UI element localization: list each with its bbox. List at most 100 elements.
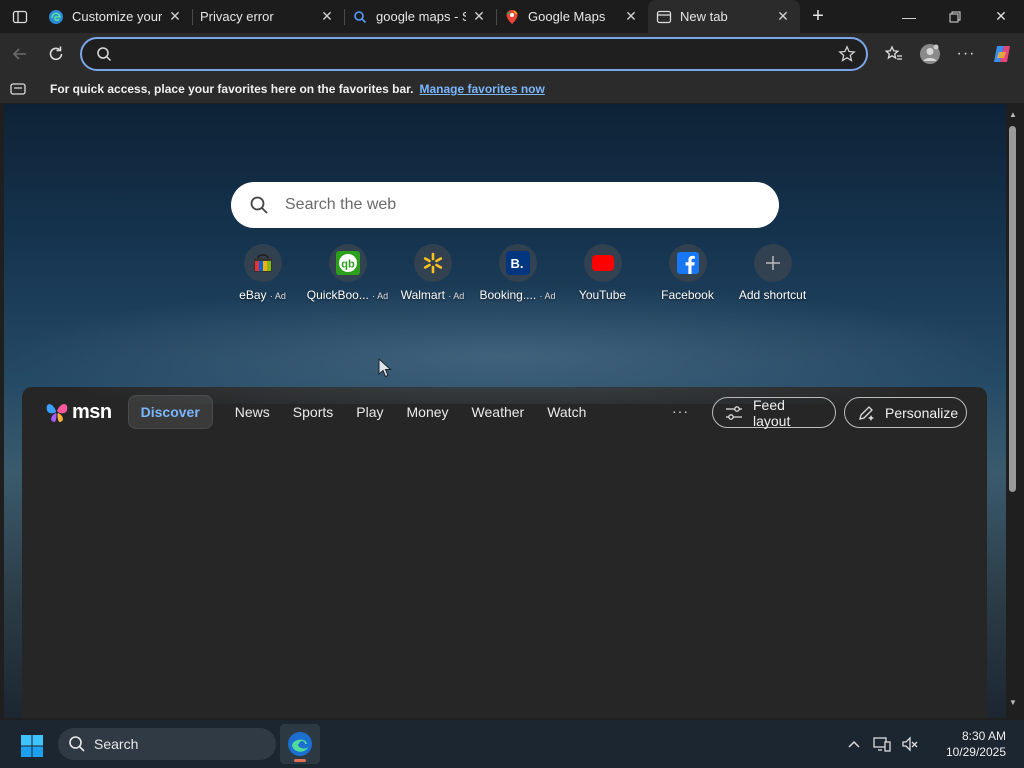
feed-more-button[interactable]: ··· (672, 403, 689, 419)
plus-icon: + (812, 5, 824, 27)
sliders-icon (725, 405, 743, 421)
feed-tab-watch[interactable]: Watch (547, 404, 586, 420)
favorites-button[interactable] (876, 36, 912, 72)
copilot-button[interactable] (984, 36, 1020, 72)
msn-logo[interactable]: msn (44, 399, 112, 425)
copilot-icon (994, 46, 1010, 62)
active-app-indicator (294, 759, 306, 762)
settings-more-button[interactable]: ··· (948, 36, 984, 72)
feed-tabs: Discover News Sports Play Money Weather … (127, 395, 610, 429)
search-icon (69, 736, 85, 752)
add-shortcut-button[interactable]: Add shortcut (730, 244, 815, 302)
new-tab-button[interactable]: + (800, 0, 836, 33)
edge-icon (288, 732, 312, 756)
clock-time: 8:30 AM (961, 729, 1006, 743)
tab-title: Google Maps (528, 9, 606, 24)
browser-toolbar: ··· (0, 33, 1024, 75)
manage-favorites-link[interactable]: Manage favorites now (419, 82, 544, 96)
network-icon (873, 737, 891, 752)
favorites-icon (885, 45, 902, 60)
walmart-icon (413, 244, 452, 282)
booking-icon: B. (498, 244, 537, 282)
feed-tab-discover[interactable]: Discover (127, 395, 213, 429)
feed-navigation: msn Discover News Sports Play Money Weat… (22, 387, 987, 437)
tab-title: Privacy error (200, 9, 274, 24)
personalize-label: Personalize (885, 404, 959, 421)
tab-google-maps-search[interactable]: google maps - Se ✕ (344, 0, 496, 33)
shortcut-youtube[interactable]: YouTube (560, 244, 645, 302)
tab-actions-icon (12, 10, 28, 23)
network-button[interactable] (868, 736, 896, 752)
close-icon: ✕ (995, 8, 1007, 24)
feed-tab-news[interactable]: News (235, 404, 270, 420)
tab-strip: Customize your E ✕ Privacy error ✕ googl… (0, 0, 1024, 33)
web-search-placeholder: Search the web (285, 196, 397, 213)
google-maps-icon (504, 9, 520, 25)
favorite-star-icon[interactable] (838, 45, 856, 68)
shortcut-label: Add shortcut (738, 288, 807, 302)
close-tab-icon[interactable]: ✕ (774, 8, 792, 26)
close-tab-icon[interactable]: ✕ (318, 8, 336, 26)
svg-text:qb: qb (341, 259, 355, 271)
volume-muted-icon (902, 736, 918, 752)
scroll-down-icon[interactable]: ▼ (1008, 698, 1018, 708)
address-bar[interactable] (80, 37, 868, 71)
tab-privacy-error[interactable]: Privacy error ✕ (192, 0, 344, 33)
minimize-button[interactable]: — (886, 0, 932, 33)
window-controls: — ✕ (886, 0, 1024, 33)
shortcut-label: Walmart · Ad (400, 288, 465, 302)
msn-logo-text: msn (72, 400, 112, 423)
tab-actions-button[interactable] (0, 0, 40, 33)
feed-layout-button[interactable]: Feed layout (712, 396, 836, 429)
new-tab-icon (656, 9, 672, 25)
close-tab-icon[interactable]: ✕ (622, 8, 640, 26)
feed-tab-sports[interactable]: Sports (293, 404, 333, 420)
close-tab-icon[interactable]: ✕ (470, 8, 488, 26)
chevron-up-icon (848, 740, 860, 748)
shortcut-quickbooks[interactable]: qb QuickBoo... · Ad (305, 244, 390, 302)
shortcut-booking[interactable]: B. Booking.... · Ad (475, 244, 560, 302)
taskbar-search[interactable]: Search (58, 728, 276, 760)
scrollbar-thumb[interactable] (1009, 126, 1016, 492)
scroll-up-icon[interactable]: ▲ (1008, 110, 1018, 120)
favorites-bar-icon (0, 83, 36, 95)
web-search-box[interactable]: Search the web (231, 182, 779, 228)
shortcut-label: QuickBoo... · Ad (306, 288, 389, 302)
clock-date: 10/29/2025 (945, 745, 1006, 759)
close-window-button[interactable]: ✕ (978, 0, 1024, 33)
shortcut-ebay[interactable]: eBay · Ad (220, 244, 305, 302)
personalize-button[interactable]: Personalize (844, 397, 967, 428)
new-tab-page: Search the web eBay · Ad qb QuickBoo... … (4, 104, 1006, 718)
feed-tab-weather[interactable]: Weather (472, 404, 525, 420)
taskbar-clock[interactable]: 8:30 AM 10/29/2025 (924, 728, 1024, 760)
start-button[interactable] (20, 734, 44, 763)
system-tray: 8:30 AM 10/29/2025 (840, 720, 1024, 768)
msn-butterfly-icon (46, 404, 68, 422)
quick-links: eBay · Ad qb QuickBoo... · Ad Walmart · … (220, 244, 815, 302)
address-input[interactable] (126, 46, 806, 62)
profile-button[interactable] (912, 36, 948, 72)
restore-button[interactable] (932, 0, 978, 33)
tab-title: Customize your E (72, 9, 162, 24)
feed-layout-label: Feed layout (753, 396, 791, 429)
refresh-button[interactable] (38, 36, 74, 72)
taskbar-edge-button[interactable] (280, 724, 320, 764)
tab-new-tab[interactable]: New tab ✕ (648, 0, 800, 33)
svg-text:B.: B. (510, 256, 523, 271)
show-hidden-icons-button[interactable] (840, 739, 868, 749)
windows-taskbar: Search 8:30 AM 10/29/2025 (0, 720, 1024, 768)
shortcut-facebook[interactable]: Facebook (645, 244, 730, 302)
back-arrow-icon (12, 48, 26, 60)
back-button[interactable] (2, 36, 38, 72)
volume-button[interactable] (896, 736, 924, 752)
close-tab-icon[interactable]: ✕ (166, 8, 184, 26)
tab-customize[interactable]: Customize your E ✕ (40, 0, 192, 33)
more-horizontal-icon: ··· (956, 45, 976, 62)
toolbar-right: ··· (876, 33, 1024, 75)
tab-google-maps[interactable]: Google Maps ✕ (496, 0, 648, 33)
tab-title: google maps - Se (376, 9, 466, 24)
feed-tab-play[interactable]: Play (356, 404, 383, 420)
feed-tab-money[interactable]: Money (407, 404, 449, 420)
shortcut-walmart[interactable]: Walmart · Ad (390, 244, 475, 302)
minimize-icon: — (902, 8, 916, 25)
